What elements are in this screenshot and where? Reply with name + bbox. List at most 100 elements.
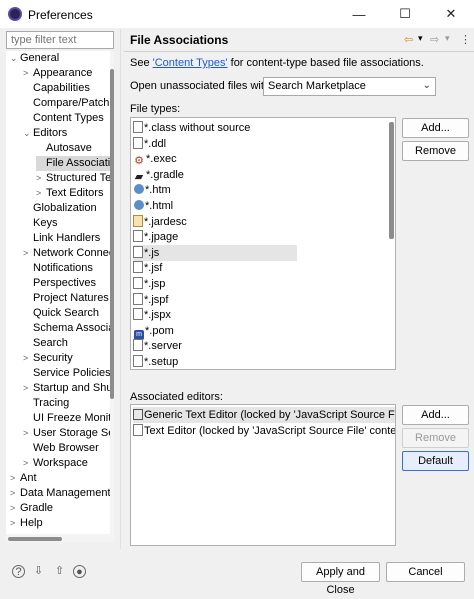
- tree-item[interactable]: Globalization: [23, 201, 97, 216]
- expand-toggle-icon[interactable]: >: [10, 501, 20, 516]
- tree-item[interactable]: >User Storage Service: [23, 426, 114, 441]
- tree-item-label: File Associations: [46, 157, 114, 169]
- filter-input[interactable]: [6, 31, 114, 49]
- expand-toggle-icon[interactable]: >: [10, 471, 20, 486]
- tree-item[interactable]: ⌄ General: [10, 51, 59, 66]
- cancel-button[interactable]: Cancel: [386, 562, 465, 582]
- back-icon[interactable]: ⇦: [404, 33, 413, 46]
- add-file-type-button[interactable]: Add...: [402, 118, 469, 138]
- remove-file-type-button[interactable]: Remove: [402, 141, 469, 161]
- expand-toggle-icon[interactable]: >: [23, 246, 33, 261]
- file-type-item[interactable]: *.html: [133, 198, 297, 214]
- file-type-item[interactable]: *.jspx: [133, 307, 297, 323]
- file-type-item[interactable]: *.jspf: [133, 292, 297, 308]
- expand-toggle-icon[interactable]: ⌄: [23, 126, 33, 141]
- tree-item[interactable]: Project Natures: [23, 291, 109, 306]
- tree-item[interactable]: > Security: [23, 351, 73, 366]
- tree-item[interactable]: >Structured Text Editors: [36, 171, 114, 186]
- tree-vertical-scrollbar[interactable]: [110, 51, 114, 534]
- expand-toggle-icon[interactable]: >: [10, 486, 20, 501]
- tree-item[interactable]: > Ant: [10, 471, 37, 486]
- tree-scroll-thumb[interactable]: [110, 69, 114, 399]
- file-type-item[interactable]: *.js: [133, 244, 297, 261]
- tree-item[interactable]: Service Policies: [23, 366, 111, 381]
- back-menu-icon[interactable]: ▾: [418, 33, 423, 44]
- sash-divider[interactable]: [120, 29, 121, 549]
- tree-item[interactable]: ⌄ Editors: [23, 126, 67, 141]
- tree-item[interactable]: Link Handlers: [23, 231, 100, 246]
- tree-item[interactable]: Autosave: [36, 141, 92, 156]
- tree-horizontal-scrollbar[interactable]: [6, 534, 114, 542]
- tree-item[interactable]: UI Freeze Monitoring: [23, 411, 114, 426]
- file-types-scrollbar[interactable]: [389, 122, 394, 239]
- file-type-item[interactable]: *.jsf: [133, 260, 297, 276]
- tree-item[interactable]: Search: [23, 336, 68, 351]
- tree-item[interactable]: > Gradle: [10, 501, 53, 516]
- tree-item[interactable]: > Workspace: [23, 456, 88, 471]
- tree-item[interactable]: > Help: [10, 516, 43, 531]
- expand-toggle-icon[interactable]: >: [23, 351, 33, 366]
- add-editor-button[interactable]: Add...: [402, 405, 469, 425]
- editor-item[interactable]: Text Editor (locked by 'JavaScript Sourc…: [133, 423, 395, 439]
- tree-item[interactable]: Tracing: [23, 396, 69, 411]
- expand-toggle-icon[interactable]: >: [23, 66, 33, 81]
- tree-item[interactable]: Schema Associations: [23, 321, 114, 336]
- export-icon[interactable]: ⇧: [53, 565, 66, 578]
- expand-toggle-icon[interactable]: >: [23, 426, 33, 441]
- forward-icon[interactable]: ⇨: [430, 33, 439, 46]
- maximize-button[interactable]: ☐: [382, 0, 428, 28]
- forward-menu-icon[interactable]: ▾: [445, 33, 450, 44]
- file-type-item[interactable]: *.jsp: [133, 276, 297, 292]
- file-type-item[interactable]: ⚙ *.exec: [133, 151, 297, 167]
- import-icon[interactable]: ⇩: [32, 565, 45, 578]
- file-type-item[interactable]: *.class without source: [133, 120, 297, 136]
- file-type-item[interactable]: *.htm: [133, 182, 297, 198]
- record-icon[interactable]: ●: [73, 565, 86, 578]
- editor-item[interactable]: Generic Text Editor (locked by 'JavaScri…: [133, 407, 395, 423]
- expand-toggle-icon[interactable]: >: [36, 171, 46, 186]
- tree-item[interactable]: Quick Search: [23, 306, 99, 321]
- file-type-item[interactable]: *.server: [133, 338, 297, 354]
- tree-item-label: Workspace: [33, 457, 88, 469]
- file-type-item[interactable]: *.jpage: [133, 229, 297, 245]
- tree-item-label: UI Freeze Monitoring: [33, 412, 114, 424]
- help-icon[interactable]: ?: [12, 565, 25, 578]
- tree-item[interactable]: >Network Connections: [23, 246, 114, 261]
- tree-item[interactable]: > Appearance: [23, 66, 92, 81]
- tree-item[interactable]: Web Browser: [23, 441, 99, 456]
- tree-item[interactable]: Keys: [23, 216, 57, 231]
- file-type-item[interactable]: m *.pom: [133, 323, 297, 340]
- tree-item[interactable]: Capabilities: [23, 81, 90, 96]
- tree-item[interactable]: Perspectives: [23, 276, 96, 291]
- tree-item[interactable]: Compare/Patch: [23, 96, 109, 111]
- minimize-button[interactable]: —: [336, 0, 382, 28]
- editor-label: Generic Text Editor (locked by 'JavaScri…: [144, 409, 395, 421]
- tree-item[interactable]: >Startup and Shutdown: [23, 381, 114, 396]
- view-menu-icon[interactable]: ⋮: [460, 33, 471, 46]
- file-types-list[interactable]: *.class without source *.ddl ⚙ *.exec ▰ *.gra…: [130, 117, 396, 370]
- file-type-item[interactable]: *.ddl: [133, 136, 297, 152]
- chevron-down-icon: ⌄: [422, 80, 431, 91]
- default-editor-button[interactable]: Default: [402, 451, 469, 471]
- tree-item[interactable]: File Associations: [36, 156, 114, 171]
- tree-hscroll-thumb[interactable]: [8, 537, 62, 541]
- expand-toggle-icon[interactable]: ⌄: [10, 51, 20, 66]
- expand-toggle-icon[interactable]: >: [10, 516, 20, 531]
- tree-item[interactable]: Notifications: [23, 261, 93, 276]
- remove-editor-button[interactable]: Remove: [402, 428, 469, 448]
- associated-editors-list[interactable]: Generic Text Editor (locked by 'JavaScri…: [130, 404, 396, 546]
- file-type-item[interactable]: *.setup: [133, 354, 297, 369]
- expand-toggle-icon[interactable]: >: [23, 381, 33, 396]
- tree-item[interactable]: > Data Management: [10, 486, 111, 501]
- file-type-item[interactable]: ▰ *.gradle: [133, 167, 297, 183]
- tree-item[interactable]: Content Types: [23, 111, 104, 126]
- file-type-item[interactable]: *.jardesc: [133, 214, 297, 230]
- close-button[interactable]: ✕: [428, 0, 474, 28]
- preferences-tree[interactable]: ⌄ General > Appearance Capabilities Compare/P…: [6, 51, 114, 534]
- tree-item[interactable]: > Text Editors: [36, 186, 103, 201]
- content-types-link[interactable]: 'Content Types': [153, 57, 228, 69]
- expand-toggle-icon[interactable]: >: [36, 186, 46, 201]
- apply-and-close-button[interactable]: Apply and Close: [301, 562, 380, 596]
- open-unassociated-select[interactable]: Search Marketplace ⌄: [263, 77, 436, 96]
- expand-toggle-icon[interactable]: >: [23, 456, 33, 471]
